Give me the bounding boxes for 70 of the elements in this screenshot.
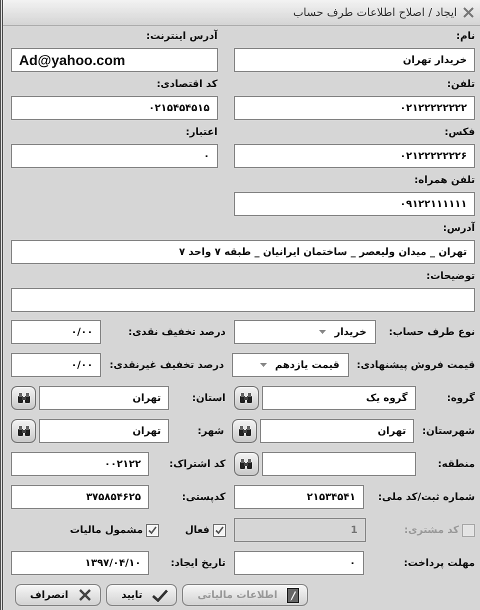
cancel-button[interactable]: انصراف [15, 584, 102, 606]
input-field[interactable]: ۳۷۵۸۵۴۶۲۵ [11, 485, 149, 509]
input-field[interactable] [11, 288, 475, 312]
field-label: کد اقتصادی: [156, 78, 218, 92]
field-label: قیمت فروش پیشنهادی: [356, 360, 475, 370]
dropdown[interactable]: قیمت یازدهم [232, 353, 349, 377]
binoculars-icon [238, 425, 252, 437]
field-label: آدرس اینترنت: [146, 28, 218, 44]
field-label: منطقه: [438, 458, 475, 470]
field-label: توضیحات: [426, 270, 475, 284]
field-label: تلفن همراه: [414, 174, 475, 188]
input-field[interactable]: خریدار تهران [234, 48, 475, 72]
input-field[interactable]: ۰۰۲۱۲۲ [11, 452, 149, 476]
input-field[interactable]: ۰۲۱۲۲۲۲۲۲۲۶ [234, 144, 475, 168]
field-label: درصد تخفیف نقدی: [128, 326, 226, 338]
binoculars-icon [239, 458, 254, 470]
input-field[interactable]: Ad@yahoo.com [11, 48, 218, 72]
input-field[interactable]: گروه یک [262, 386, 416, 410]
checkbox-label: فعال [184, 524, 210, 536]
pencil-icon [287, 588, 300, 602]
field-label: استان: [192, 392, 226, 404]
input-field[interactable]: ۰ [11, 144, 218, 168]
dropdown-caret-icon [319, 330, 326, 334]
binoculars-icon [239, 392, 254, 404]
field-label: شهرستان: [422, 426, 475, 436]
dropdown[interactable]: خریدار [234, 320, 376, 344]
binoculars-icon [16, 392, 30, 404]
input-field[interactable]: ۰۹۱۲۲۱۱۱۱۱۱ [234, 192, 475, 216]
checkbox[interactable] [146, 524, 159, 536]
search-button[interactable] [234, 452, 259, 476]
binoculars-icon [16, 425, 30, 437]
input-field[interactable]: تهران [39, 419, 169, 443]
search-button[interactable] [11, 386, 36, 410]
checkbox[interactable] [212, 524, 226, 536]
field-label: گروه: [446, 392, 475, 404]
field-label: شماره ثبت/کد ملی: [378, 492, 475, 502]
field-label: فکس: [444, 126, 475, 140]
input-field[interactable]: ۰/۰۰ [11, 320, 101, 344]
input-field[interactable]: تهران [260, 419, 414, 443]
input-field[interactable]: ۰۲۱۵۴۵۴۵۱۵ [11, 96, 218, 120]
search-button[interactable] [232, 419, 258, 443]
checkbox-label: کد مشتری: [404, 524, 459, 536]
field-label: مهلت پرداخت: [404, 558, 475, 568]
field-label: درصد تخفیف غیرنقدی: [110, 360, 224, 370]
field-label: کد اشتراک: [169, 458, 226, 470]
field-label: تلفن: [446, 78, 475, 92]
input-field[interactable]: ۰۲۱۲۲۲۲۲۲۲۲ [234, 96, 475, 120]
input-field[interactable]: ۰ [234, 551, 364, 575]
field-label: نام: [456, 30, 475, 44]
input-field[interactable]: ۲۱۵۳۴۵۴۱ [234, 485, 364, 509]
field-label: تاریخ ایجاد: [170, 558, 226, 568]
confirm-button[interactable]: تایید [106, 584, 178, 606]
dropdown-caret-icon [260, 363, 267, 367]
check-icon [152, 588, 168, 602]
input-field[interactable] [262, 452, 416, 476]
input-field[interactable]: تهران [39, 386, 169, 410]
search-button[interactable] [234, 386, 259, 410]
field-label: نوع طرف حساب: [388, 326, 475, 338]
close-icon[interactable] [463, 7, 474, 18]
close-icon [78, 588, 92, 602]
field-label: آدرس: [442, 220, 475, 236]
input-field[interactable]: ۰/۰۰ [11, 353, 101, 377]
field-label: شهر: [197, 426, 224, 436]
input-field[interactable]: تهران _ میدان ولیعصر _ ساختمان ایرانیان _ طبقه ۷ واحد ۷ [11, 240, 475, 264]
input-field[interactable]: ۱۳۹۷/۰۴/۱۰ [11, 551, 149, 575]
field-label: کدپستی: [182, 492, 226, 502]
field-label: اعتبار: [186, 126, 218, 140]
window-title: ایجاد / اصلاح اطلاعات طرف حساب [293, 6, 457, 19]
search-button[interactable] [11, 419, 36, 443]
checkbox-label: مشمول مالیات [70, 524, 143, 536]
